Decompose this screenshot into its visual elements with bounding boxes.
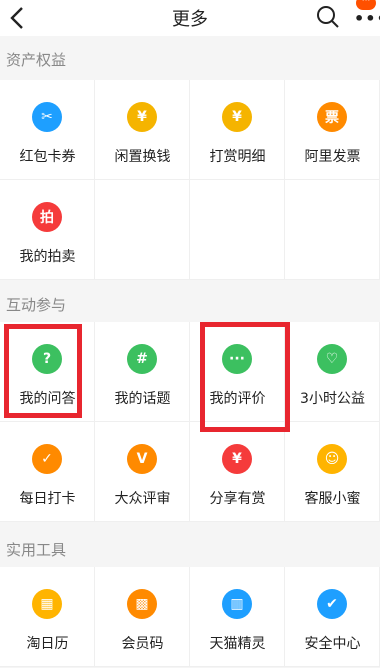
grid-item[interactable]: ▦ 淘日历 bbox=[0, 567, 95, 667]
grid-item[interactable]: ✓ 每日打卡 bbox=[0, 422, 95, 522]
grid-item-label: 安全中心 bbox=[304, 636, 361, 652]
calendar-icon: ▦ bbox=[32, 589, 62, 619]
grid-item[interactable]: ✔ 安全中心 bbox=[285, 567, 380, 667]
shield-icon: ✔ bbox=[317, 589, 347, 619]
empty-cell bbox=[285, 180, 380, 280]
grid-item-label: 我的话题 bbox=[114, 391, 171, 407]
grid-item-label: 闲置换钱 bbox=[114, 149, 171, 165]
grid-item[interactable]: ¥ 闲置换钱 bbox=[95, 80, 190, 180]
more-dots-icon: ••• bbox=[354, 9, 380, 28]
customer-service-icon: ☺ bbox=[317, 444, 347, 474]
grid-item[interactable]: ¥ 分享有赏 bbox=[190, 422, 285, 522]
grid-item-label: 红包卡券 bbox=[19, 149, 76, 165]
section-title: 互动参与 bbox=[6, 296, 67, 314]
grid-item[interactable]: 拍我的拍卖 bbox=[0, 180, 95, 280]
grid-item[interactable]: ♡ 3小时公益 bbox=[285, 322, 380, 422]
grid-item[interactable]: ¥ 打赏明细 bbox=[190, 80, 285, 180]
yen-hand-icon: ¥ bbox=[222, 102, 252, 132]
header: 更多 ··· ••• bbox=[0, 0, 380, 36]
invoice-icon: 票 bbox=[317, 102, 347, 132]
grid-item-label: 每日打卡 bbox=[19, 491, 76, 507]
grid-item-label: 阿里发票 bbox=[304, 149, 361, 165]
grid-item-label: 会员码 bbox=[121, 636, 164, 652]
more-button[interactable]: ··· ••• bbox=[352, 0, 380, 32]
page-title: 更多 bbox=[172, 9, 208, 30]
qr-code-icon: ▩ bbox=[127, 589, 157, 619]
grid-item-label: 我的问答 bbox=[19, 391, 76, 407]
auction-icon: 拍 bbox=[32, 202, 62, 232]
section-grid: ✂ 红包卡券 ¥ 闲置换钱 ¥ 打赏明细 票阿里发票拍我的拍卖 bbox=[0, 80, 380, 280]
comment-bubble-icon: ··· bbox=[222, 344, 252, 374]
grid-item[interactable]: V 大众评审 bbox=[95, 422, 190, 522]
grid-item[interactable]: 票阿里发票 bbox=[285, 80, 380, 180]
grid-item-label: 分享有赏 bbox=[209, 491, 266, 507]
section-title: 资产权益 bbox=[6, 51, 67, 69]
ticket-icon: ✂ bbox=[32, 102, 62, 132]
grid-item[interactable]: ☺ 客服小蜜 bbox=[285, 422, 380, 522]
search-icon[interactable] bbox=[316, 5, 340, 29]
money-bag-icon: ¥ bbox=[222, 444, 252, 474]
grid-item[interactable]: # 我的话题 bbox=[95, 322, 190, 422]
grid-item-label: 3小时公益 bbox=[300, 391, 365, 407]
smart-speaker-icon: ▥ bbox=[222, 589, 252, 619]
reviewer-icon: V bbox=[127, 444, 157, 474]
grid-item[interactable]: ▥ 天猫精灵 bbox=[190, 567, 285, 667]
grid-item-label: 我的拍卖 bbox=[19, 249, 76, 265]
calendar-check-icon: ✓ bbox=[32, 444, 62, 474]
grid-item-label: 我的评价 bbox=[209, 391, 266, 407]
grid-item[interactable]: ? 我的问答 bbox=[0, 322, 95, 422]
empty-cell bbox=[190, 180, 285, 280]
grid-item-label: 客服小蜜 bbox=[304, 491, 361, 507]
grid-item-label: 淘日历 bbox=[26, 636, 69, 652]
heart-icon: ♡ bbox=[317, 344, 347, 374]
grid-item-label: 大众评审 bbox=[114, 491, 171, 507]
grid-item[interactable]: ✂ 红包卡券 bbox=[0, 80, 95, 180]
section-grid: ? 我的问答 # 我的话题 ··· 我的评价 ♡ 3小时公益 ✓ 每日打卡 V 大众评审 ¥ 分享有赏 ☺ 客… bbox=[0, 322, 380, 522]
grid-item-label: 天猫精灵 bbox=[209, 636, 266, 652]
empty-cell bbox=[95, 180, 190, 280]
grid-item-label: 打赏明细 bbox=[209, 149, 266, 165]
hashtag-icon: # bbox=[127, 344, 157, 374]
back-icon[interactable] bbox=[8, 4, 28, 32]
question-bubble-icon: ? bbox=[32, 344, 62, 374]
section-title: 实用工具 bbox=[6, 541, 67, 559]
yen-coin-icon: ¥ bbox=[127, 102, 157, 132]
grid-item[interactable]: ▩ 会员码 bbox=[95, 567, 190, 667]
section-grid: ▦ 淘日历 ▩ 会员码 ▥ 天猫精灵 ✔ 安全中心 bbox=[0, 567, 380, 667]
grid-item[interactable]: ··· 我的评价 bbox=[190, 322, 285, 422]
